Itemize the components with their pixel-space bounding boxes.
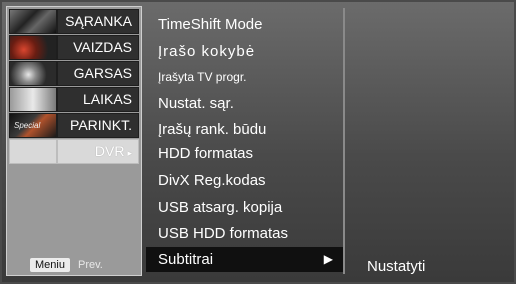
nav-item-label: DVR ▸ bbox=[57, 139, 139, 164]
submenu-panel: Nustatyti bbox=[345, 8, 510, 275]
nav-item-saranka[interactable]: SĄRANKA bbox=[9, 9, 139, 34]
audio-thumb-icon bbox=[9, 61, 57, 86]
nav-item-label: PARINKT. bbox=[57, 113, 139, 138]
prev-label: Prev. bbox=[78, 259, 103, 271]
menu-item-hdd-format[interactable]: HDD formatas bbox=[146, 141, 343, 166]
menu-item-usb-backup[interactable]: USB atsarg. kopija bbox=[146, 195, 343, 220]
nav-item-dvr-text: DVR bbox=[94, 143, 125, 159]
menu-item-recorded-tv[interactable]: Įrašyta TV progr. bbox=[146, 65, 343, 90]
menu-item-subtitles-label: Subtitrai bbox=[158, 251, 214, 268]
arrow-right-icon: ▶ bbox=[323, 252, 333, 266]
menu-item-divx-reg[interactable]: DivX Reg.kodas bbox=[146, 168, 343, 193]
menu-item-usb-hdd-format[interactable]: USB HDD formatas bbox=[146, 221, 343, 246]
chevron-right-icon: ▸ bbox=[127, 148, 132, 158]
picture-thumb-icon bbox=[9, 35, 57, 60]
menu-item-manual-record[interactable]: Įrašų rank. būdu bbox=[146, 117, 343, 142]
option-thumb-icon: Special bbox=[9, 113, 57, 138]
nav-item-label: GARSAS bbox=[57, 61, 139, 86]
dvr-thumb-icon bbox=[9, 139, 57, 164]
menu-button[interactable]: Meniu bbox=[30, 258, 70, 272]
nav-item-garsas[interactable]: GARSAS bbox=[9, 61, 139, 86]
nav-item-laikas[interactable]: LAIKAS bbox=[9, 87, 139, 112]
nav-item-parinkt[interactable]: Special PARINKT. bbox=[9, 113, 139, 138]
menu-item-record-quality[interactable]: Įrašo kokybė bbox=[146, 39, 343, 64]
option-thumb-text: Special bbox=[14, 121, 41, 130]
nav-item-vaizdas[interactable]: VAIZDAS bbox=[9, 35, 139, 60]
nav-item-label: SĄRANKA bbox=[57, 9, 139, 34]
nav-item-label: LAIKAS bbox=[57, 87, 139, 112]
menu-item-set-list[interactable]: Nustat. sąr. bbox=[146, 91, 343, 116]
dvr-menu: TimeShift Mode Įrašo kokybė Įrašyta TV p… bbox=[146, 8, 343, 274]
time-thumb-icon bbox=[9, 87, 57, 112]
main-nav: SĄRANKA VAIZDAS GARSAS LAIKAS Special PA… bbox=[6, 6, 142, 276]
submenu-value[interactable]: Nustatyti bbox=[367, 254, 425, 279]
menu-item-timeshift[interactable]: TimeShift Mode bbox=[146, 12, 343, 37]
setup-thumb-icon bbox=[9, 9, 57, 34]
nav-item-label: VAIZDAS bbox=[57, 35, 139, 60]
menu-item-subtitles[interactable]: Subtitrai ▶ bbox=[146, 247, 343, 272]
nav-item-dvr[interactable]: DVR ▸ bbox=[9, 139, 139, 164]
